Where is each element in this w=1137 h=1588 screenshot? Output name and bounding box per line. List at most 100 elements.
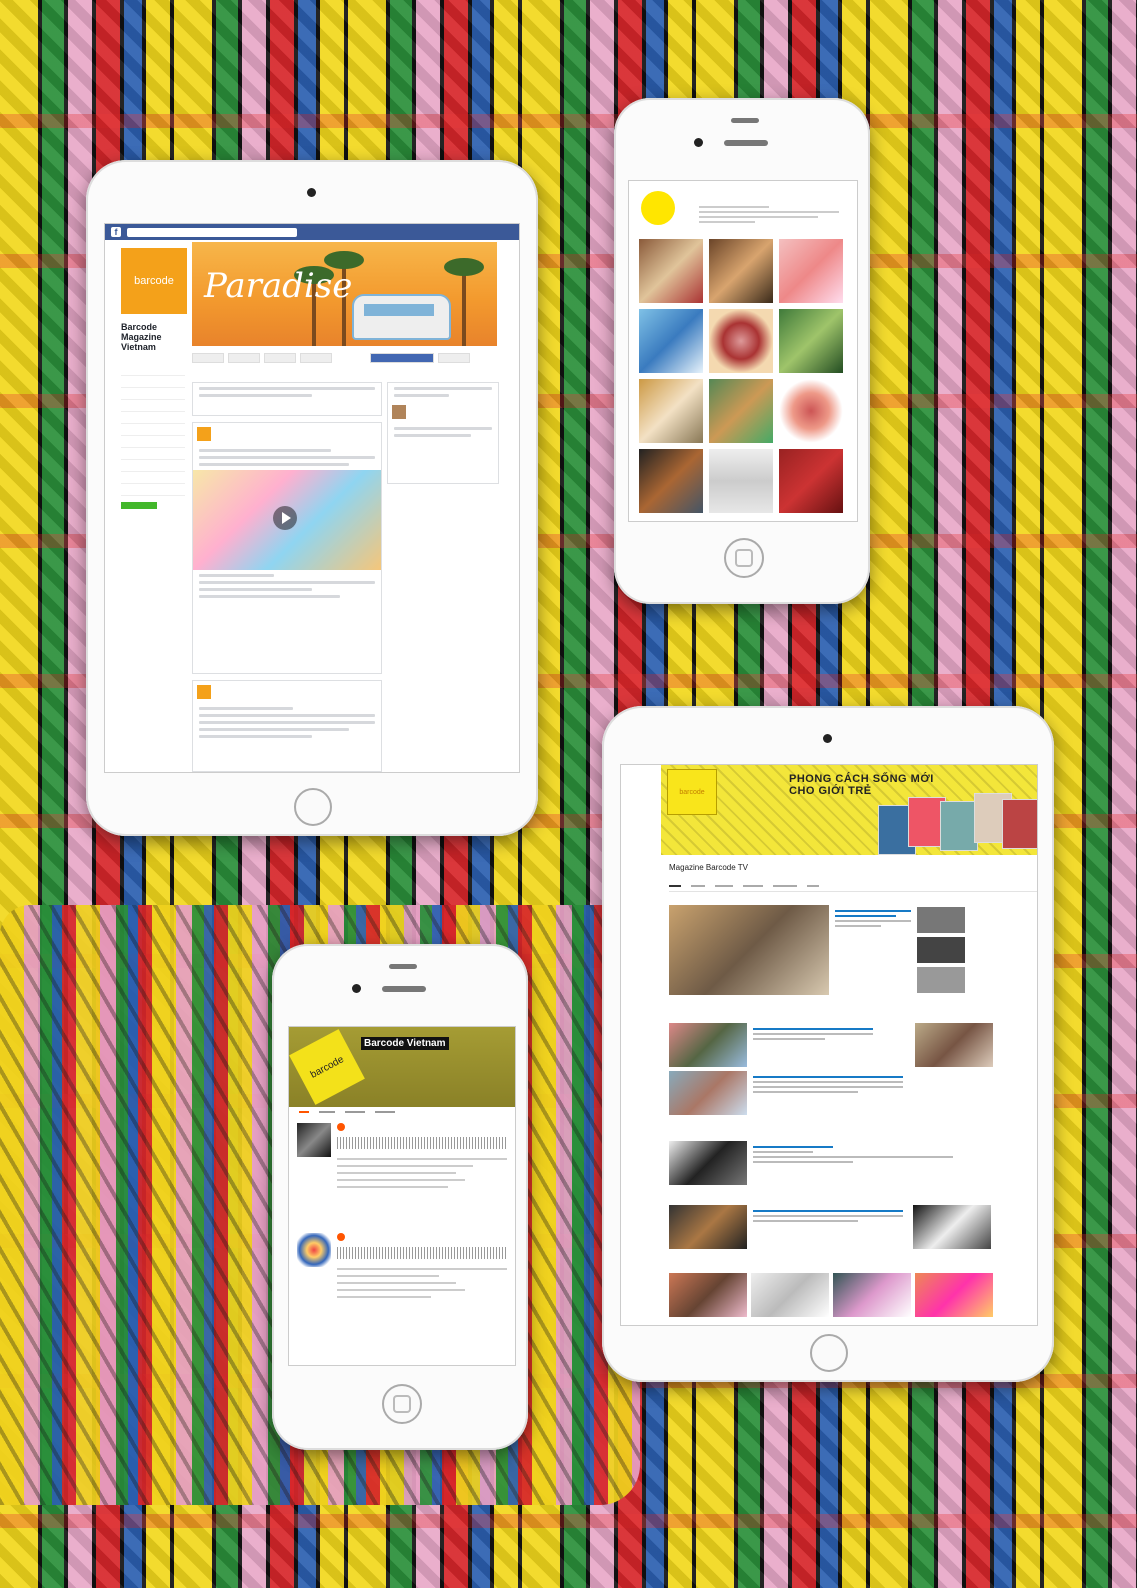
track-artwork[interactable] — [297, 1233, 331, 1267]
instagram-screen — [628, 180, 858, 522]
home-button[interactable] — [382, 1384, 422, 1424]
composer[interactable] — [192, 382, 382, 416]
tab[interactable] — [345, 1111, 365, 1113]
video-thumbnail[interactable] — [193, 470, 381, 570]
speaker-grille — [382, 986, 426, 992]
tab[interactable] — [773, 885, 797, 887]
featured-video-info — [835, 907, 911, 930]
tab[interactable] — [715, 885, 733, 887]
front-camera — [307, 188, 316, 197]
video-info — [753, 1025, 873, 1043]
share-button[interactable] — [264, 353, 296, 363]
create-page-button[interactable] — [121, 502, 157, 509]
nav-item[interactable] — [121, 412, 185, 424]
sensor — [389, 964, 417, 969]
more-button[interactable] — [300, 353, 332, 363]
nav-item[interactable] — [121, 472, 185, 484]
profile-tabs — [299, 1111, 395, 1113]
front-camera — [352, 984, 361, 993]
nav-item[interactable] — [121, 376, 185, 388]
nav-item[interactable] — [121, 400, 185, 412]
grid-photo[interactable] — [779, 379, 843, 443]
waveform[interactable] — [337, 1247, 507, 1259]
message-button[interactable] — [438, 353, 470, 363]
video-thumbnail[interactable] — [917, 937, 965, 963]
play-icon[interactable] — [337, 1233, 345, 1241]
tab[interactable] — [743, 885, 763, 887]
tab[interactable] — [669, 885, 681, 887]
grid-photo[interactable] — [779, 449, 843, 513]
video-thumbnail[interactable] — [917, 967, 965, 993]
video-thumbnail[interactable] — [669, 1205, 747, 1249]
nav-item[interactable] — [121, 424, 185, 436]
video-thumbnail[interactable] — [669, 1071, 747, 1115]
cover-photo: Paradise — [192, 242, 497, 346]
home-button[interactable] — [724, 538, 764, 578]
home-button[interactable] — [810, 1334, 848, 1372]
facebook-screen: f barcode Paradise Barcode Magazine Viet… — [104, 223, 520, 773]
nav-item[interactable] — [121, 448, 185, 460]
ipad-facebook: f barcode Paradise Barcode Magazine Viet… — [86, 160, 538, 836]
grid-photo[interactable] — [639, 239, 703, 303]
banner-slogan: PHONG CÁCH SỐNG MỚI CHO GIỚI TRẺ — [789, 773, 934, 797]
nav-item[interactable] — [121, 364, 185, 376]
grid-photo[interactable] — [709, 239, 773, 303]
nav-item[interactable] — [121, 436, 185, 448]
cover-title: Paradise — [204, 266, 353, 306]
profile-avatar[interactable] — [641, 191, 675, 225]
track-artwork[interactable] — [297, 1123, 331, 1157]
logo-text: barcode — [679, 788, 705, 796]
grid-photo[interactable] — [639, 379, 703, 443]
sidebar-panel — [387, 382, 499, 484]
playlist-thumbnail[interactable] — [669, 1141, 747, 1185]
play-icon[interactable] — [337, 1123, 345, 1131]
grid-photo[interactable] — [709, 309, 773, 373]
post-card — [192, 680, 382, 772]
tab[interactable] — [299, 1111, 309, 1113]
waveform[interactable] — [337, 1137, 507, 1149]
tab[interactable] — [807, 885, 819, 887]
video-thumbnail[interactable] — [915, 1273, 993, 1317]
post-card — [192, 422, 382, 674]
play-icon[interactable] — [273, 506, 297, 530]
grid-photo[interactable] — [709, 449, 773, 513]
iphone-soundcloud: barcode Barcode Vietnam — [272, 944, 528, 1450]
tab[interactable] — [319, 1111, 335, 1113]
iphone-instagram — [614, 98, 870, 604]
front-camera — [694, 138, 703, 147]
avatar — [197, 427, 211, 441]
grid-photo[interactable] — [639, 309, 703, 373]
track-item — [297, 1233, 507, 1343]
video-thumbnail[interactable] — [915, 1023, 993, 1067]
nav-item[interactable] — [121, 460, 185, 472]
page-title: Barcode Magazine Vietnam — [121, 322, 162, 352]
logo-text: barcode — [134, 275, 174, 287]
home-button[interactable] — [294, 788, 332, 826]
nav-item[interactable] — [121, 388, 185, 400]
like-button[interactable] — [192, 353, 224, 363]
channel-title: Magazine Barcode TV — [669, 863, 749, 872]
video-thumbnail[interactable] — [833, 1273, 911, 1317]
video-thumbnail[interactable] — [751, 1273, 829, 1317]
facebook-top-bar: f — [105, 224, 519, 240]
video-thumbnail[interactable] — [913, 1205, 991, 1249]
grid-photo[interactable] — [709, 379, 773, 443]
video-thumbnail[interactable] — [669, 1023, 747, 1067]
grid-photo[interactable] — [639, 449, 703, 513]
tab[interactable] — [375, 1111, 395, 1113]
featured-video[interactable] — [669, 905, 829, 995]
grid-photo[interactable] — [779, 239, 843, 303]
search-input[interactable] — [127, 227, 297, 237]
nav-item[interactable] — [121, 484, 185, 496]
page-avatar[interactable]: barcode — [121, 248, 187, 314]
contact-button[interactable] — [370, 353, 434, 363]
soundcloud-screen: barcode Barcode Vietnam — [288, 1026, 516, 1366]
channel-tabs — [669, 881, 1037, 892]
following-button[interactable] — [228, 353, 260, 363]
video-thumbnail[interactable] — [917, 907, 965, 933]
video-thumbnail[interactable] — [669, 1273, 747, 1317]
grid-photo[interactable] — [779, 309, 843, 373]
facebook-icon[interactable]: f — [111, 227, 121, 237]
tab[interactable] — [691, 885, 705, 887]
channel-logo[interactable]: barcode — [667, 769, 717, 815]
